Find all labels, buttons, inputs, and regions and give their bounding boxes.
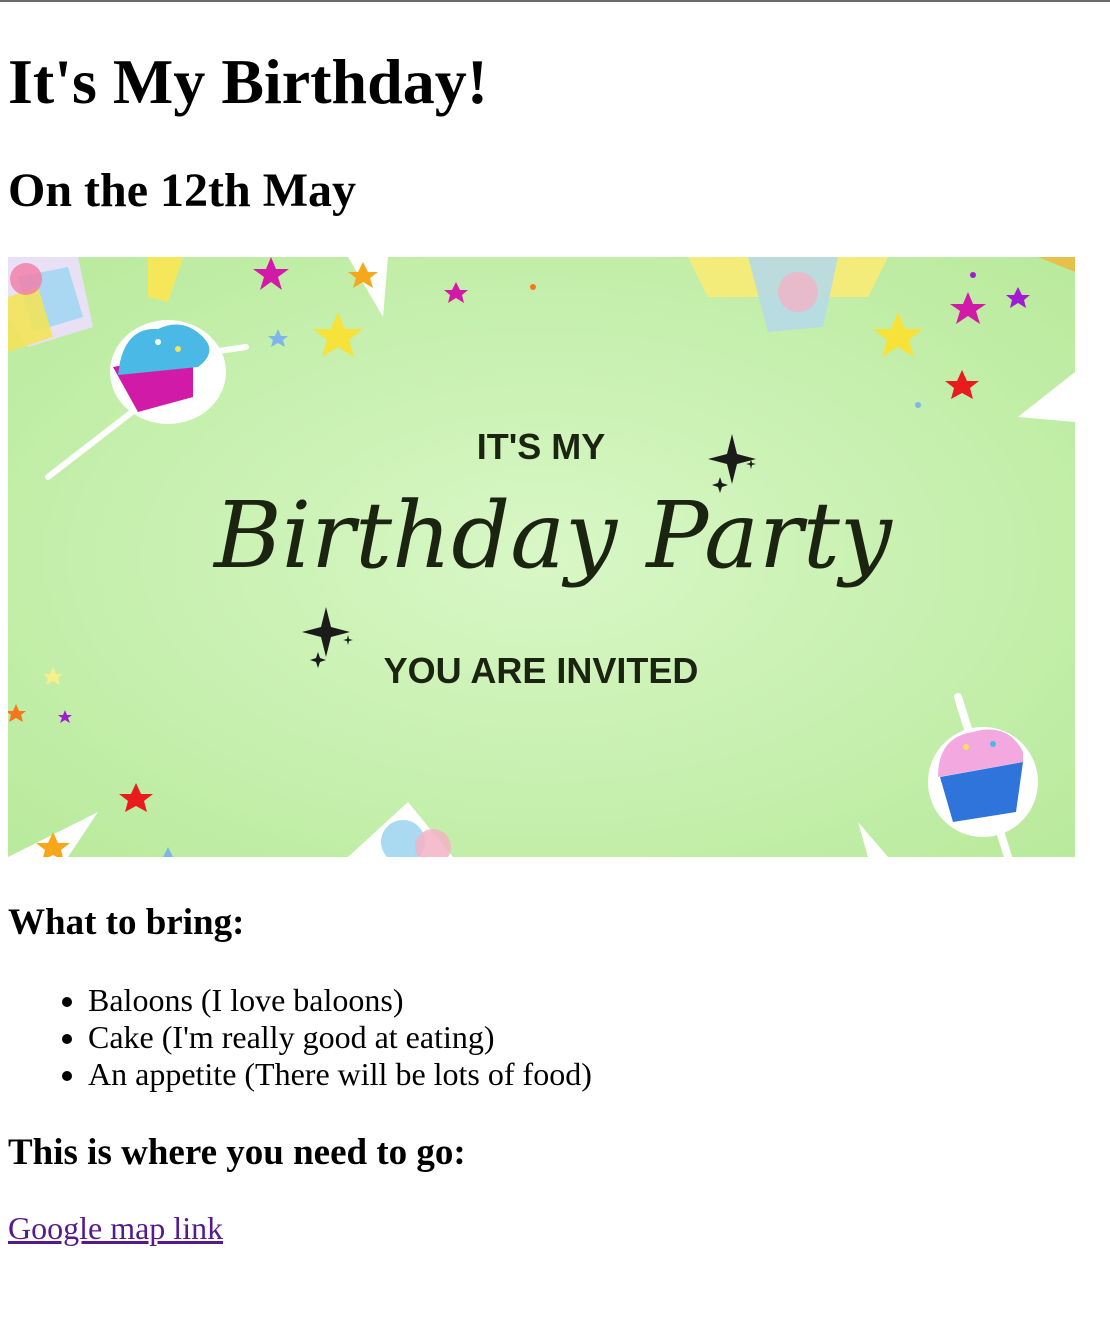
- banner-script-title: Birthday Party: [212, 482, 893, 589]
- bring-list: Baloons (I love baloons) Cake (I'm reall…: [8, 982, 592, 1093]
- banner-bottom-line: YOU ARE INVITED: [384, 650, 699, 691]
- page-title: It's My Birthday!: [8, 46, 488, 117]
- top-border: [0, 0, 1110, 2]
- list-item: An appetite (There will be lots of food): [88, 1056, 592, 1093]
- list-item: Cake (I'm really good at eating): [88, 1019, 592, 1056]
- what-to-bring-heading: What to bring:: [8, 902, 245, 943]
- date-heading: On the 12th May: [8, 164, 356, 217]
- banner-top-line: IT'S MY: [477, 426, 606, 467]
- directions-heading: This is where you need to go:: [8, 1132, 466, 1173]
- birthday-banner-image: IT'S MY Birthday Party YOU ARE INVITED: [8, 257, 1075, 857]
- list-item: Baloons (I love baloons): [88, 982, 592, 1019]
- google-map-link[interactable]: Google map link: [8, 1210, 223, 1247]
